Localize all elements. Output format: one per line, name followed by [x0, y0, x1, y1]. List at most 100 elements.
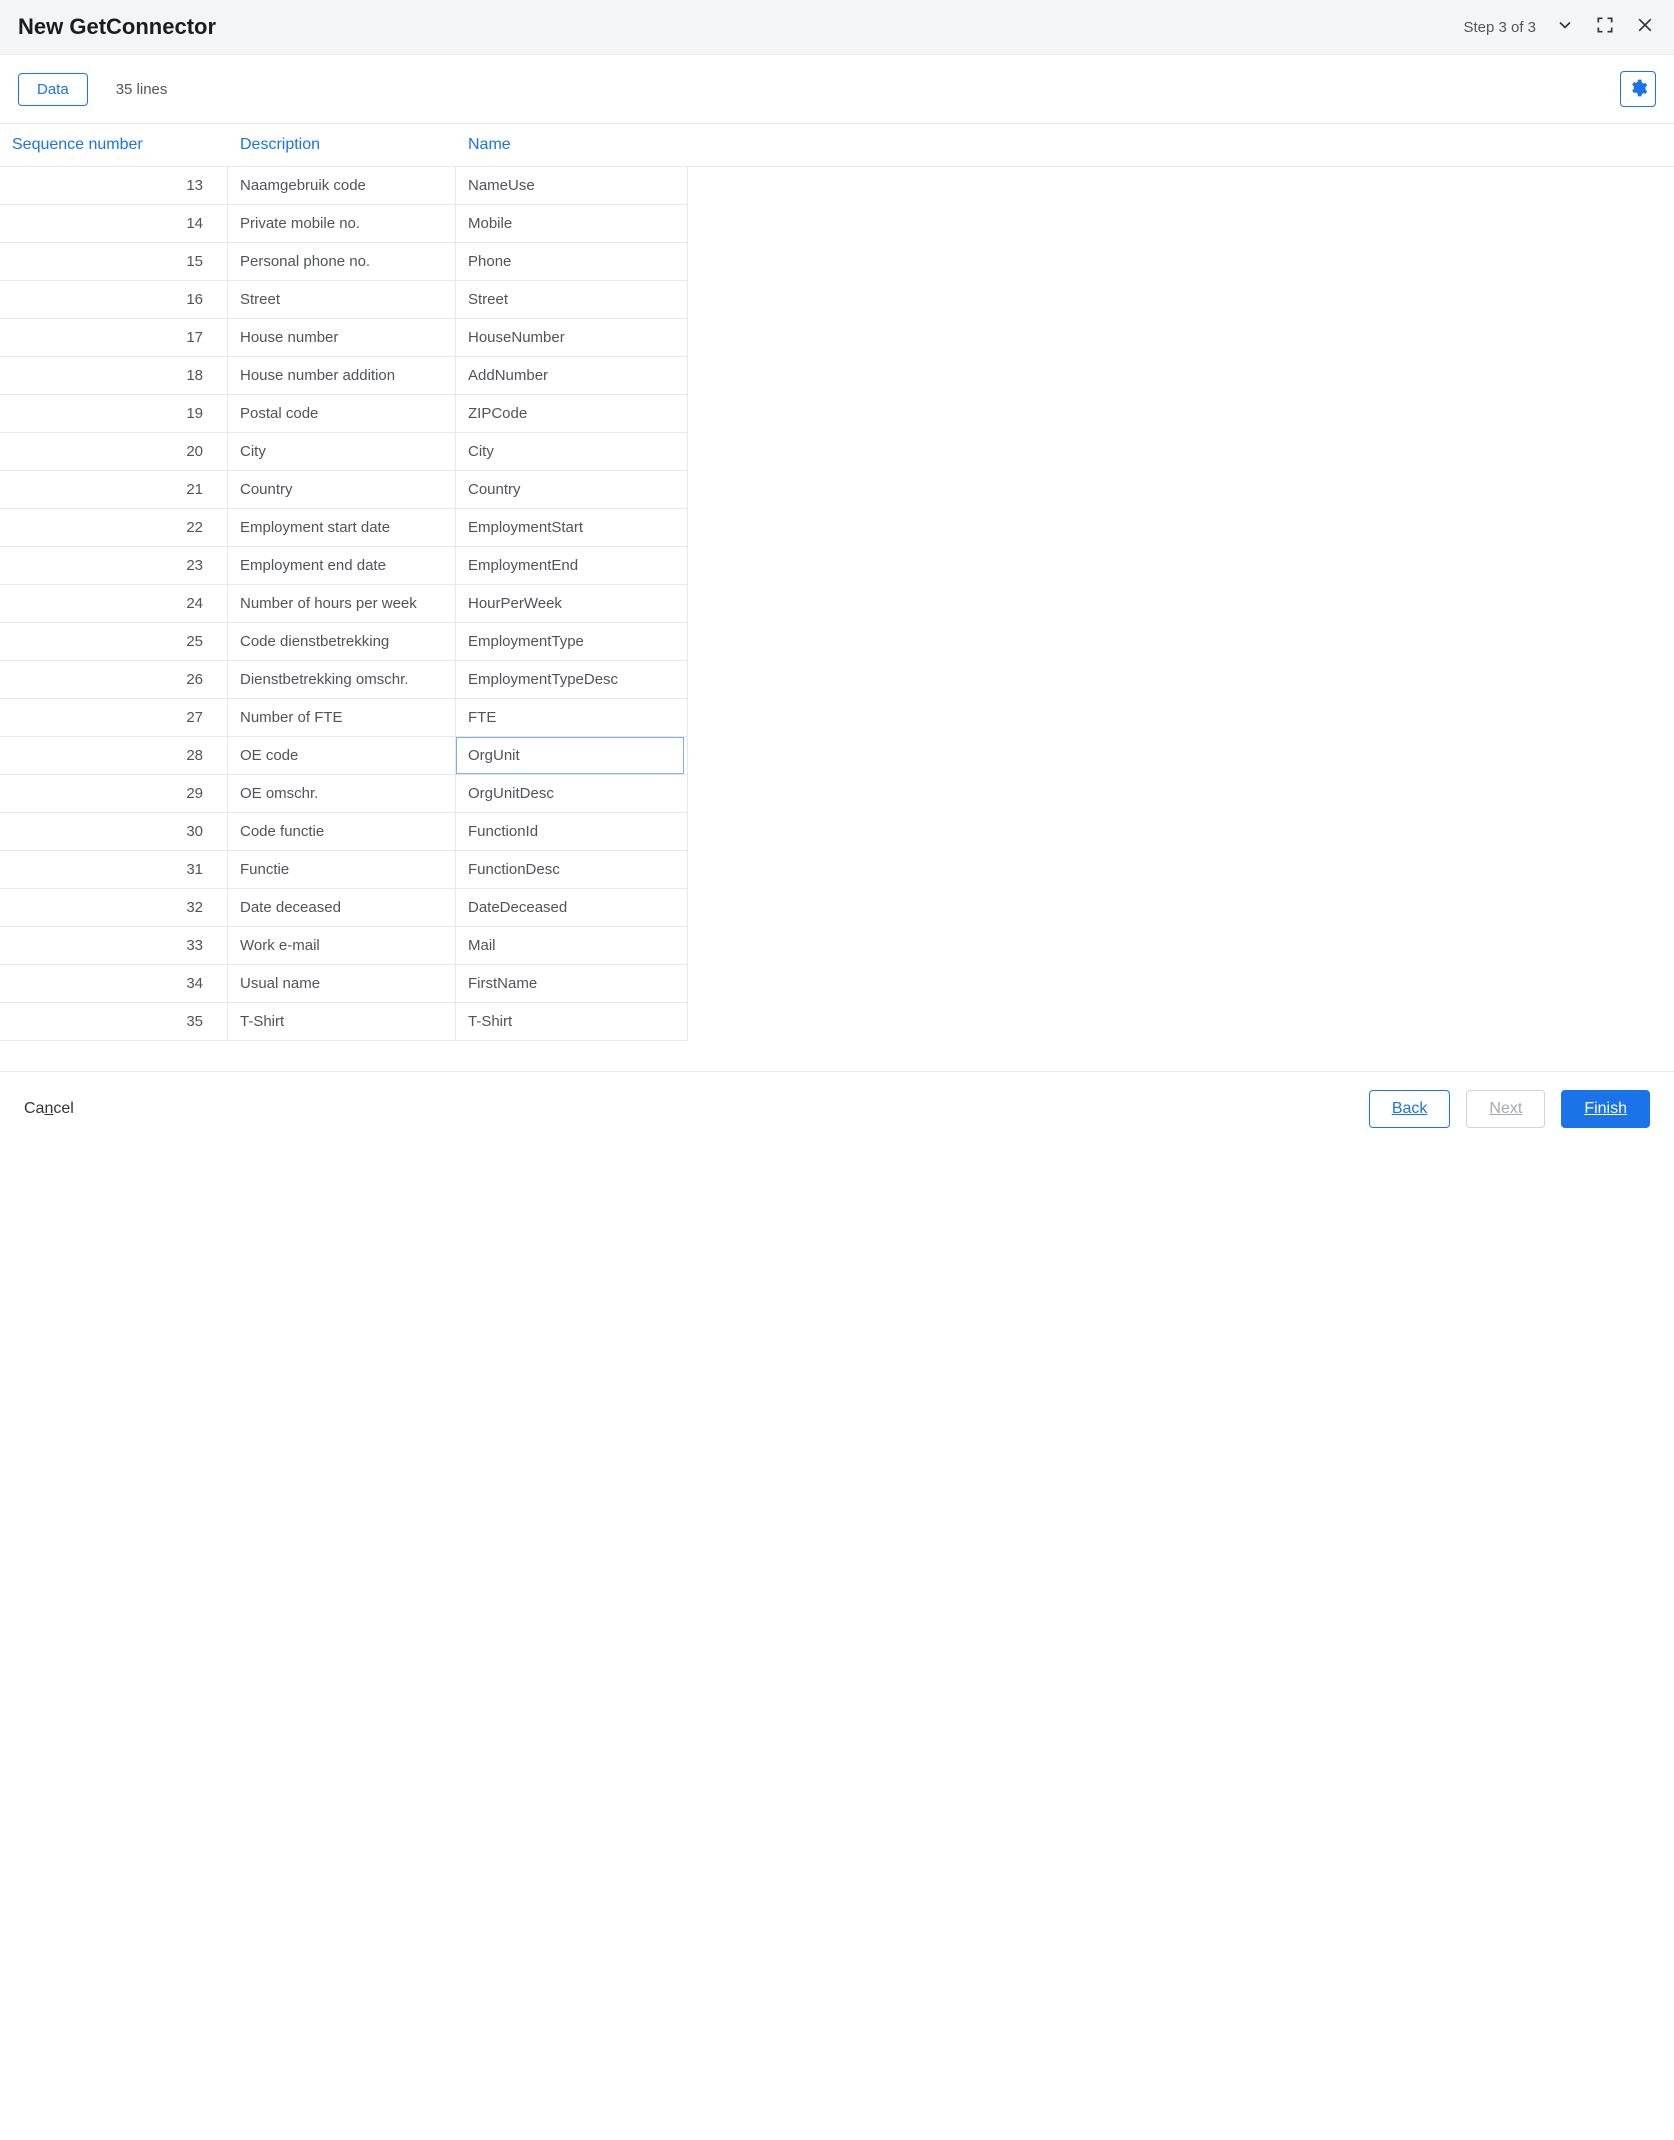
- cell-description[interactable]: City: [228, 433, 456, 470]
- table-row[interactable]: 31FunctieFunctionDesc: [0, 851, 687, 889]
- cell-description[interactable]: Private mobile no.: [228, 205, 456, 242]
- cancel-button[interactable]: Cancel: [24, 1100, 74, 1118]
- cell-sequence[interactable]: 32: [0, 889, 228, 926]
- cell-description[interactable]: Employment start date: [228, 509, 456, 546]
- cell-description[interactable]: Date deceased: [228, 889, 456, 926]
- table-row[interactable]: 23Employment end dateEmploymentEnd: [0, 547, 687, 585]
- cell-name[interactable]: EmploymentEnd: [456, 547, 684, 584]
- col-header-description[interactable]: Description: [228, 136, 456, 154]
- back-button[interactable]: Back: [1369, 1090, 1451, 1128]
- cell-description[interactable]: Personal phone no.: [228, 243, 456, 280]
- cell-sequence[interactable]: 21: [0, 471, 228, 508]
- cell-sequence[interactable]: 18: [0, 357, 228, 394]
- table-row[interactable]: 19Postal codeZIPCode: [0, 395, 687, 433]
- cell-description[interactable]: Usual name: [228, 965, 456, 1002]
- settings-button[interactable]: [1620, 71, 1656, 107]
- cell-sequence[interactable]: 29: [0, 775, 228, 812]
- cell-description[interactable]: Code functie: [228, 813, 456, 850]
- cell-description[interactable]: OE code: [228, 737, 456, 774]
- table-row[interactable]: 17House numberHouseNumber: [0, 319, 687, 357]
- table-row[interactable]: 16StreetStreet: [0, 281, 687, 319]
- table-row[interactable]: 25Code dienstbetrekkingEmploymentType: [0, 623, 687, 661]
- cell-sequence[interactable]: 30: [0, 813, 228, 850]
- cell-sequence[interactable]: 24: [0, 585, 228, 622]
- table-row[interactable]: 21CountryCountry: [0, 471, 687, 509]
- cell-name[interactable]: Street: [456, 281, 684, 318]
- cell-description[interactable]: Number of hours per week: [228, 585, 456, 622]
- cell-sequence[interactable]: 28: [0, 737, 228, 774]
- table-row[interactable]: 22Employment start dateEmploymentStart: [0, 509, 687, 547]
- cell-sequence[interactable]: 25: [0, 623, 228, 660]
- cell-description[interactable]: T-Shirt: [228, 1003, 456, 1040]
- table-row[interactable]: 15Personal phone no.Phone: [0, 243, 687, 281]
- cell-sequence[interactable]: 20: [0, 433, 228, 470]
- cell-name[interactable]: ZIPCode: [456, 395, 684, 432]
- cell-name[interactable]: FunctionId: [456, 813, 684, 850]
- cell-name[interactable]: T-Shirt: [456, 1003, 684, 1040]
- table-row[interactable]: 34Usual nameFirstName: [0, 965, 687, 1003]
- table-row[interactable]: 35T-ShirtT-Shirt: [0, 1003, 687, 1041]
- cell-name[interactable]: City: [456, 433, 684, 470]
- cell-description[interactable]: OE omschr.: [228, 775, 456, 812]
- table-row[interactable]: 29OE omschr.OrgUnitDesc: [0, 775, 687, 813]
- cell-name[interactable]: NameUse: [456, 167, 684, 204]
- table-row[interactable]: 13Naamgebruik codeNameUse: [0, 167, 687, 205]
- cell-name[interactable]: Mail: [456, 927, 684, 964]
- cell-sequence[interactable]: 16: [0, 281, 228, 318]
- cell-sequence[interactable]: 33: [0, 927, 228, 964]
- table-row[interactable]: 32Date deceasedDateDeceased: [0, 889, 687, 927]
- cell-name[interactable]: OrgUnitDesc: [456, 775, 684, 812]
- cell-description[interactable]: Street: [228, 281, 456, 318]
- finish-button[interactable]: Finish: [1561, 1090, 1650, 1128]
- cell-name[interactable]: Mobile: [456, 205, 684, 242]
- cell-name[interactable]: Country: [456, 471, 684, 508]
- cell-sequence[interactable]: 15: [0, 243, 228, 280]
- cell-name[interactable]: FirstName: [456, 965, 684, 1002]
- cell-description[interactable]: Number of FTE: [228, 699, 456, 736]
- table-row[interactable]: 18House number additionAddNumber: [0, 357, 687, 395]
- cell-description[interactable]: Naamgebruik code: [228, 167, 456, 204]
- tab-data[interactable]: Data: [18, 73, 88, 106]
- table-row[interactable]: 27Number of FTEFTE: [0, 699, 687, 737]
- cell-sequence[interactable]: 34: [0, 965, 228, 1002]
- cell-name[interactable]: EmploymentType: [456, 623, 684, 660]
- table-row[interactable]: 26Dienstbetrekking omschr.EmploymentType…: [0, 661, 687, 699]
- cell-name[interactable]: EmploymentStart: [456, 509, 684, 546]
- cell-name[interactable]: HourPerWeek: [456, 585, 684, 622]
- cell-name[interactable]: AddNumber: [456, 357, 684, 394]
- cell-name[interactable]: FunctionDesc: [456, 851, 684, 888]
- cell-sequence[interactable]: 26: [0, 661, 228, 698]
- cell-description[interactable]: Postal code: [228, 395, 456, 432]
- cell-sequence[interactable]: 27: [0, 699, 228, 736]
- cell-name[interactable]: DateDeceased: [456, 889, 684, 926]
- cell-name[interactable]: OrgUnit: [456, 737, 684, 774]
- cell-description[interactable]: Work e-mail: [228, 927, 456, 964]
- cell-sequence[interactable]: 35: [0, 1003, 228, 1040]
- table-row[interactable]: 24Number of hours per weekHourPerWeek: [0, 585, 687, 623]
- collapse-button[interactable]: [1554, 16, 1576, 38]
- cell-name[interactable]: Phone: [456, 243, 684, 280]
- cell-sequence[interactable]: 13: [0, 167, 228, 204]
- cell-description[interactable]: House number addition: [228, 357, 456, 394]
- table-row[interactable]: 20CityCity: [0, 433, 687, 471]
- cell-description[interactable]: Dienstbetrekking omschr.: [228, 661, 456, 698]
- cell-description[interactable]: Country: [228, 471, 456, 508]
- cell-description[interactable]: Code dienstbetrekking: [228, 623, 456, 660]
- cell-name[interactable]: FTE: [456, 699, 684, 736]
- table-row[interactable]: 14Private mobile no.Mobile: [0, 205, 687, 243]
- cell-name[interactable]: EmploymentTypeDesc: [456, 661, 684, 698]
- cell-description[interactable]: House number: [228, 319, 456, 356]
- table-row[interactable]: 28OE codeOrgUnit: [0, 737, 687, 775]
- cell-sequence[interactable]: 17: [0, 319, 228, 356]
- fullscreen-button[interactable]: [1594, 16, 1616, 38]
- cell-sequence[interactable]: 22: [0, 509, 228, 546]
- cell-description[interactable]: Employment end date: [228, 547, 456, 584]
- cell-sequence[interactable]: 23: [0, 547, 228, 584]
- cell-description[interactable]: Functie: [228, 851, 456, 888]
- col-header-name[interactable]: Name: [456, 136, 684, 154]
- col-header-sequence[interactable]: Sequence number: [0, 136, 228, 154]
- table-row[interactable]: 33Work e-mailMail: [0, 927, 687, 965]
- close-button[interactable]: [1634, 16, 1656, 38]
- cell-sequence[interactable]: 19: [0, 395, 228, 432]
- cell-sequence[interactable]: 31: [0, 851, 228, 888]
